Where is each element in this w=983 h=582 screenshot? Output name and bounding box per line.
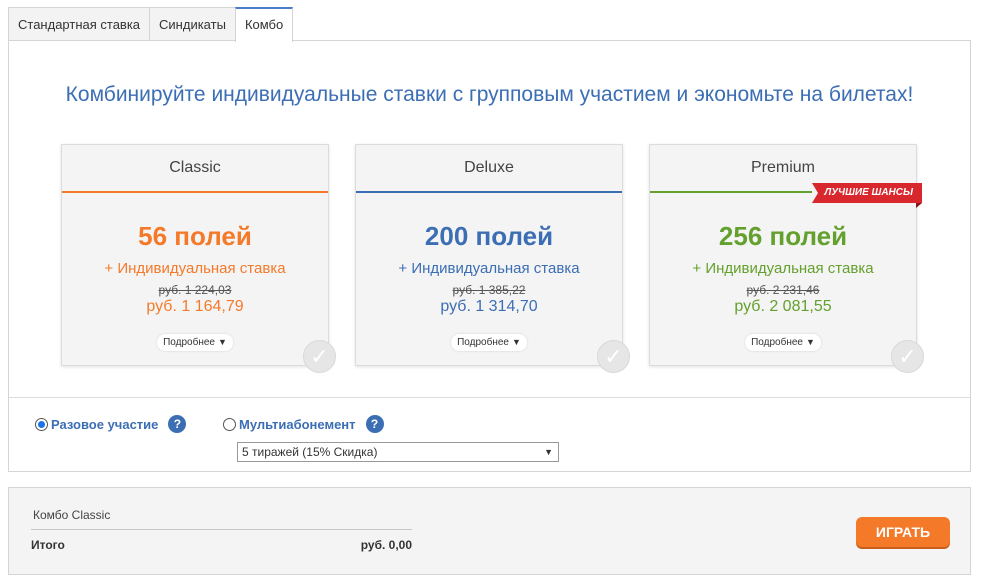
card-premium[interactable]: Premium ЛУЧШИЕ ШАНСЫ 256 полей + Индивид… [649, 144, 924, 373]
old-price: руб. 2 231,46 [746, 283, 820, 297]
more-label: Подробнее [751, 337, 803, 348]
old-price: руб. 1 385,22 [452, 283, 526, 297]
new-price: руб. 2 081,55 [734, 298, 832, 315]
caret-down-icon: ▼ [217, 337, 227, 347]
old-price: руб. 1 224,03 [158, 283, 232, 297]
fields-count: 56 полей [138, 221, 252, 251]
more-label: Подробнее [457, 337, 509, 348]
individual-bet-note: + Индивидуальная ставка [692, 260, 874, 277]
draws-select[interactable]: 5 тиражей (15% Скидка) ▼ [237, 442, 559, 462]
fields-count: 200 полей [424, 221, 554, 251]
radio-single[interactable] [35, 417, 48, 431]
individual-bet-note: + Индивидуальная ставка [398, 260, 580, 277]
more-details-button[interactable]: Подробнее ▼ [451, 334, 527, 351]
check-icon: ✓ [891, 340, 924, 373]
play-button[interactable]: ИГРАТЬ [856, 517, 950, 547]
divider [9, 397, 970, 398]
more-label: Подробнее [163, 337, 215, 348]
radio-multi[interactable] [223, 417, 236, 431]
draws-select-value: 5 тиражей (15% Скидка) [242, 445, 378, 459]
option-multi-subscription[interactable]: Мультиабонемент ? [223, 415, 384, 433]
total-value: руб. 0,00 [360, 538, 412, 552]
tab-bar: Стандартная ставка Синдикаты Комбо [8, 7, 294, 42]
total-label: Итого [31, 538, 65, 552]
best-odds-ribbon: ЛУЧШИЕ ШАНСЫ [812, 183, 922, 208]
summary-divider [31, 529, 412, 530]
option-single-label: Разовое участие [51, 416, 159, 432]
card-title: Classic [62, 145, 328, 193]
check-icon: ✓ [597, 340, 630, 373]
help-icon[interactable]: ? [365, 415, 384, 433]
more-details-button[interactable]: Подробнее ▼ [157, 334, 233, 351]
card-classic[interactable]: Classic 56 полей + Индивидуальная ставка… [61, 144, 336, 373]
caret-down-icon: ▼ [511, 337, 521, 347]
caret-down-icon: ▼ [805, 337, 815, 347]
tab-syndicates[interactable]: Синдикаты [149, 7, 236, 41]
tab-combo[interactable]: Комбо [234, 7, 294, 42]
new-price: руб. 1 164,79 [146, 298, 244, 315]
new-price: руб. 1 314,70 [440, 298, 538, 315]
dropdown-arrow-icon: ▼ [544, 447, 553, 457]
card-deluxe[interactable]: Deluxe 200 полей + Индивидуальная ставка… [355, 144, 630, 373]
check-icon: ✓ [303, 340, 336, 373]
individual-bet-note: + Индивидуальная ставка [104, 260, 286, 277]
help-icon[interactable]: ? [168, 415, 187, 433]
combo-name: Комбо Classic [33, 508, 111, 522]
option-single-participation[interactable]: Разовое участие ? [35, 415, 187, 433]
tab-standard-bet[interactable]: Стандартная ставка [8, 7, 151, 41]
page-headline: Комбинируйте индивидуальные ставки с гру… [65, 83, 914, 106]
option-multi-label: Мультиабонемент [239, 416, 356, 432]
combo-panel: Комбинируйте индивидуальные ставки с гру… [8, 40, 971, 472]
summary-bar: Комбо Classic Итого руб. 0,00 ИГРАТЬ [8, 487, 971, 575]
fields-count: 256 полей [718, 221, 848, 251]
card-title: Deluxe [356, 145, 622, 193]
more-details-button[interactable]: Подробнее ▼ [745, 334, 821, 351]
